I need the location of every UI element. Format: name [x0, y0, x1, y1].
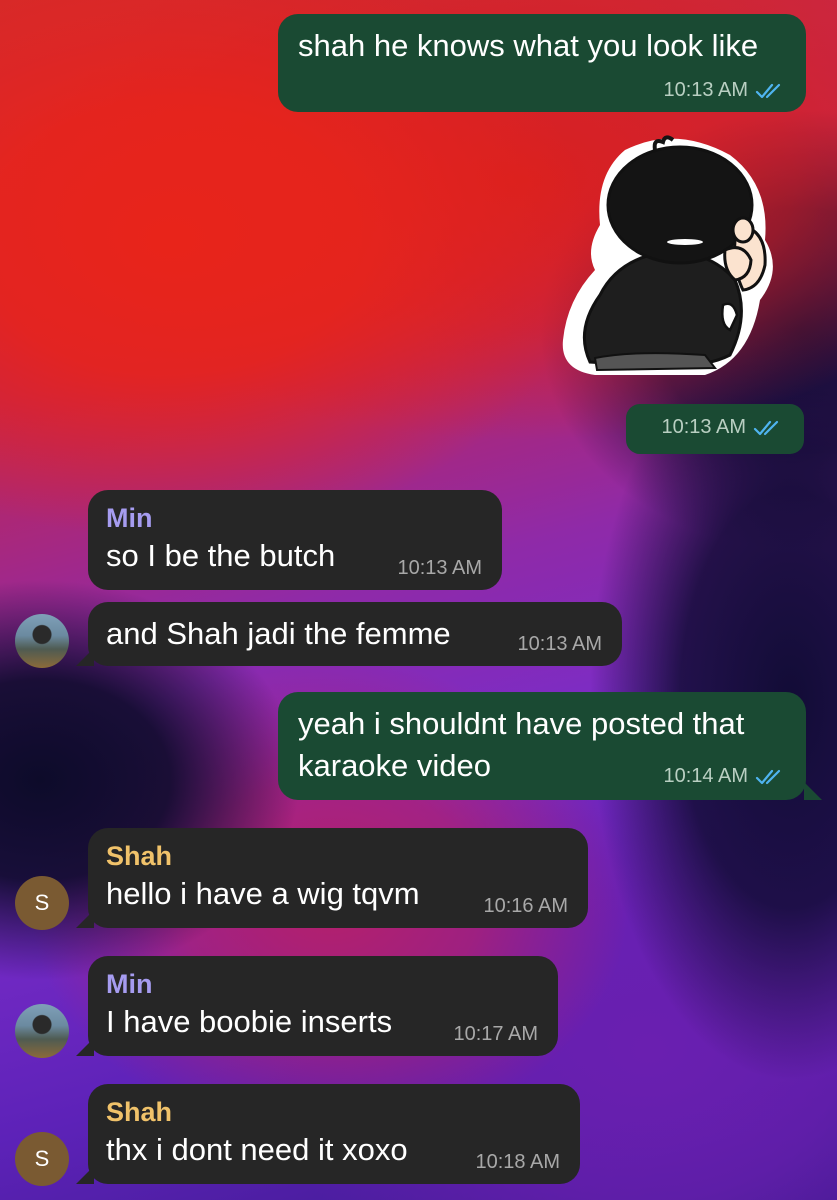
bubble-tail	[804, 782, 822, 800]
message-time: 10:13 AM	[661, 416, 746, 438]
sender-name[interactable]: Shah	[106, 840, 172, 872]
message-text: thx i dont need it xoxo	[106, 1132, 408, 1167]
message-time: 10:18 AM	[475, 1151, 560, 1173]
avatar[interactable]: S	[15, 1132, 69, 1186]
avatar[interactable]	[15, 1004, 69, 1058]
incoming-message[interactable]: Min I have boobie inserts 10:17 AM	[88, 956, 558, 1056]
message-text-line-2: karaoke video	[298, 748, 492, 783]
crouching-person-sticker[interactable]	[555, 130, 785, 390]
message-meta: 10:13 AM	[663, 79, 784, 102]
avatar[interactable]	[15, 614, 69, 668]
avatar[interactable]: S	[15, 876, 69, 930]
message-text: I have boobie inserts	[106, 1004, 393, 1039]
message-text: and Shah jadi the femme	[106, 616, 451, 651]
incoming-message[interactable]: Shah hello i have a wig tqvm 10:16 AM	[88, 828, 588, 928]
message-time: 10:13 AM	[663, 79, 748, 101]
message-time: 10:14 AM	[663, 765, 748, 787]
outgoing-message[interactable]: yeah i shouldnt have posted that karaoke…	[278, 692, 806, 800]
message-text: hello i have a wig tqvm	[106, 876, 420, 911]
double-check-icon	[753, 420, 779, 435]
message-text: shah he knows what you look like	[298, 28, 759, 63]
double-check-icon	[755, 769, 781, 784]
message-time: 10:16 AM	[483, 895, 568, 917]
message-time: 10:17 AM	[453, 1023, 538, 1045]
double-check-icon	[755, 83, 781, 98]
incoming-message[interactable]: Shah thx i dont need it xoxo 10:18 AM	[88, 1084, 580, 1184]
sender-name[interactable]: Min	[106, 968, 153, 1000]
sender-name[interactable]: Min	[106, 502, 153, 534]
sender-name[interactable]: Shah	[106, 1096, 172, 1128]
message-meta: 10:14 AM	[663, 765, 784, 788]
message-text-line-1: yeah i shouldnt have posted that	[298, 706, 745, 741]
incoming-message[interactable]: Min so I be the butch 10:13 AM	[88, 490, 502, 590]
message-time: 10:13 AM	[397, 557, 482, 579]
incoming-message[interactable]: and Shah jadi the femme 10:13 AM	[88, 602, 622, 666]
outgoing-message[interactable]: shah he knows what you look like 10:13 A…	[278, 14, 806, 112]
bubble-tail	[76, 910, 94, 928]
message-text: so I be the butch	[106, 538, 336, 573]
sticker-meta-bubble: 10:13 AM	[626, 404, 804, 454]
sticker-image	[562, 135, 773, 375]
bubble-tail	[76, 648, 94, 666]
message-meta: 10:13 AM	[661, 416, 782, 439]
message-time: 10:13 AM	[517, 633, 602, 655]
